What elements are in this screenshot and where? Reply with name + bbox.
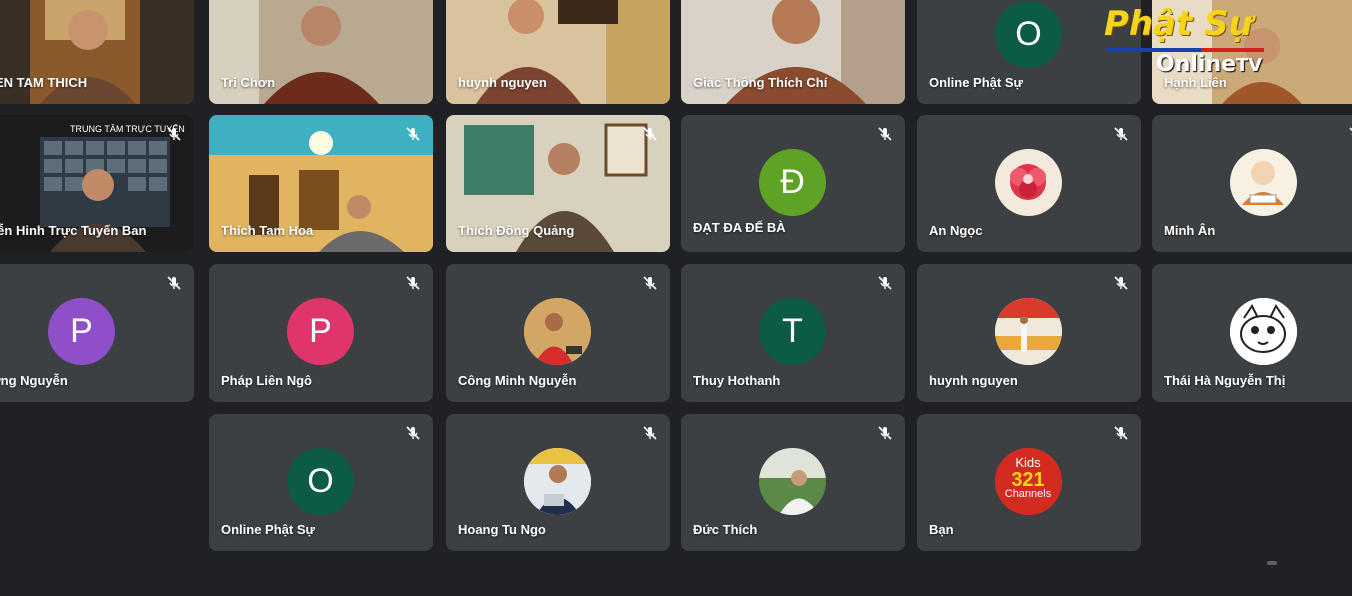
participant-avatar: P [287, 298, 354, 365]
mic-off-icon [167, 276, 181, 290]
mic-off-icon [167, 127, 181, 141]
avatar-text-kids: Kids [1015, 455, 1041, 470]
mic-off-icon [643, 127, 657, 141]
participant-avatar: O [995, 1, 1062, 68]
mic-off-icon [1114, 276, 1128, 290]
participant-name: Thuy Hothanh [693, 373, 781, 388]
photo-avatar-icon [759, 448, 826, 515]
mic-off-icon [1114, 426, 1128, 440]
participant-name: ĐẠT ĐA ĐẾ BÀ [693, 220, 786, 235]
flower-avatar-icon [995, 149, 1062, 216]
participant-name: Online Phật Sự [221, 522, 315, 537]
participant-name: Thích Tam Hoa [221, 223, 314, 238]
participant-tile[interactable]: Công Minh Nguyễn [446, 264, 670, 402]
photo-avatar-icon [524, 298, 591, 365]
participant-tile-video[interactable]: TRUNG TÂM TRỰC TUYẾN uyễn Hinh Trực Tuyế… [0, 115, 194, 252]
mic-off-icon [643, 276, 657, 290]
participant-name: Công Minh Nguyễn [458, 373, 577, 388]
avatar-text-channels: Channels [1005, 488, 1052, 500]
mic-off-icon [1349, 127, 1352, 136]
participant-name: Giac Thông Thích Chí [693, 75, 828, 90]
participant-name: Hoang Tu Ngo [458, 522, 546, 537]
participant-tile[interactable]: huynh nguyen [917, 264, 1141, 402]
participant-tile[interactable]: Minh Ân [1152, 115, 1352, 252]
participant-name: huynh nguyen [458, 75, 547, 90]
participant-tile-video[interactable]: Tri Chơn [209, 0, 433, 104]
participant-tile-video[interactable]: HIEN TAM THICH [0, 0, 194, 104]
participant-name: HIEN TAM THICH [0, 75, 88, 90]
participant-tile-video-active[interactable]: Giac Thông Thích Chí [681, 0, 905, 104]
participant-name: Pháp Liên Ngô [221, 373, 312, 388]
participant-name: Bạn [929, 522, 954, 537]
cat-cartoon-avatar-icon [1230, 298, 1297, 365]
participant-tile[interactable]: P Pháp Liên Ngô [209, 264, 433, 402]
mic-off-icon [406, 426, 420, 440]
participant-tile[interactable]: P ương Nguyễn [0, 264, 194, 402]
participant-tile[interactable]: T Thuy Hothanh [681, 264, 905, 402]
participant-avatar: Đ [759, 149, 826, 216]
participant-tile[interactable]: Kids 321 Channels Bạn [917, 414, 1141, 551]
mic-off-icon [1114, 127, 1128, 141]
participant-name: Online Phật Sự [929, 75, 1023, 90]
participant-tile-video[interactable]: huynh nguyen [446, 0, 670, 104]
participant-tile[interactable]: An Ngọc [917, 115, 1141, 252]
participant-name: Thích Đồng Quảng [458, 223, 575, 238]
participant-name: ương Nguyễn [0, 373, 68, 388]
channel-logo-title: Phật Sự [1104, 4, 1253, 44]
mic-off-icon [406, 276, 420, 290]
participant-tile[interactable]: Đ ĐẠT ĐA ĐẾ BÀ [681, 115, 905, 252]
participant-name: Thái Hà Nguyễn Thị [1164, 373, 1286, 388]
photo-avatar-icon [995, 298, 1062, 365]
mic-off-icon [406, 127, 420, 141]
mic-off-icon [643, 426, 657, 440]
participant-name: Tri Chơn [221, 75, 276, 90]
mic-off-icon [878, 426, 892, 440]
participant-name: huynh nguyen [929, 373, 1018, 388]
participant-avatar: O [287, 448, 354, 515]
participant-tile[interactable]: Đức Thích [681, 414, 905, 551]
participant-tile-video[interactable]: Thích Đồng Quảng [446, 115, 670, 252]
participant-name: Đức Thích [693, 522, 758, 537]
participant-name: uyễn Hinh Trực Tuyến Ban [0, 223, 147, 238]
mic-off-icon [878, 276, 892, 290]
participant-avatar: T [759, 298, 826, 365]
participant-tile[interactable]: O Online Phật Sự [209, 414, 433, 551]
channel-logo-subtitle: OnlineTV [1156, 52, 1263, 77]
participant-avatar: P [48, 298, 115, 365]
participant-tile[interactable]: Hoang Tu Ngo [446, 414, 670, 551]
monk-cartoon-avatar-icon [1230, 149, 1297, 216]
kids-channel-avatar-icon: Kids 321 Channels [995, 448, 1062, 515]
participant-tile-video[interactable]: Thích Tam Hoa [209, 115, 433, 252]
page-indicator [1267, 561, 1277, 565]
mic-off-icon [878, 127, 892, 141]
channel-logo: Phật Sự OnlineTV [1100, 4, 1275, 84]
participant-name: Minh Ân [1164, 223, 1216, 238]
photo-avatar-icon [524, 448, 591, 515]
participant-tile[interactable]: Thái Hà Nguyễn Thị [1152, 264, 1352, 402]
participant-name: An Ngọc [929, 223, 983, 238]
